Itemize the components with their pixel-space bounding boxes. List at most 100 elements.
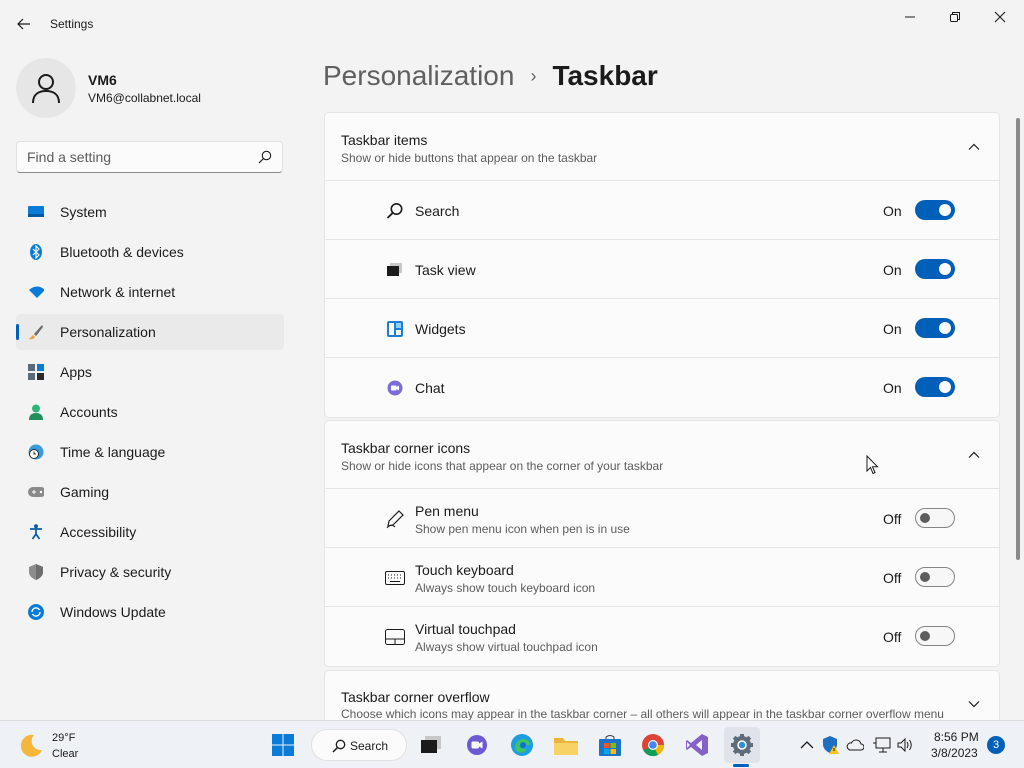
folder-icon (554, 738, 578, 755)
search-toggle[interactable] (915, 200, 955, 220)
setting-row-pen-menu: Pen menu Show pen menu icon when pen is … (325, 489, 999, 548)
sidebar-item-personalization[interactable]: Personalization (16, 314, 284, 350)
sidebar-item-label: Privacy & security (60, 564, 172, 580)
chat-toggle[interactable] (915, 377, 955, 397)
file-explorer-button[interactable] (550, 729, 582, 761)
scrollbar-thumb[interactable] (1016, 118, 1020, 560)
monitor-icon (28, 204, 44, 220)
settings-button[interactable] (726, 729, 758, 761)
bluetooth-icon (28, 244, 44, 260)
chevron-up-icon[interactable] (967, 140, 981, 154)
sidebar-item-accounts[interactable]: Accounts (16, 394, 284, 430)
volume-tray-button[interactable] (897, 736, 915, 754)
store-button[interactable] (594, 729, 626, 761)
show-hidden-icons-button[interactable] (798, 736, 816, 754)
onedrive-tray-button[interactable] (846, 736, 864, 754)
teams-chat-button[interactable] (461, 729, 493, 761)
section-title: Taskbar corner icons (341, 440, 471, 456)
close-button[interactable] (984, 6, 1016, 28)
chevron-down-icon[interactable] (967, 697, 981, 711)
clock-time[interactable]: 8:56 PM (934, 730, 979, 744)
sidebar-item-apps[interactable]: Apps (16, 354, 284, 390)
sidebar-item-label: Network & internet (60, 284, 176, 300)
user-profile[interactable]: VM6 VM6@collabnet.local (16, 56, 286, 120)
accessibility-icon (28, 524, 44, 540)
taskbar-search-button[interactable]: Search (311, 729, 407, 761)
search-icon (385, 201, 405, 221)
setting-description: Show pen menu icon when pen is in use (415, 522, 630, 536)
back-arrow-icon (17, 18, 30, 30)
edge-button[interactable] (506, 729, 538, 761)
network-tray-button[interactable] (873, 736, 891, 754)
corner-overflow-card[interactable]: Taskbar corner overflow Choose which ico… (324, 670, 1000, 722)
minimize-icon (905, 16, 915, 18)
restore-icon (950, 12, 960, 22)
breadcrumb-parent[interactable]: Personalization (323, 60, 514, 92)
touch-keyboard-toggle[interactable] (915, 567, 955, 587)
task-view-icon (421, 736, 441, 753)
security-tray-button[interactable] (822, 736, 840, 754)
virtual-touchpad-toggle[interactable] (915, 626, 955, 646)
close-icon (994, 11, 1006, 23)
store-icon (599, 735, 621, 756)
restore-button[interactable] (939, 6, 971, 28)
sidebar-item-label: Bluetooth & devices (60, 244, 184, 260)
sidebar-item-gaming[interactable]: Gaming (16, 474, 284, 510)
sidebar-nav: System Bluetooth & devices Network & int… (16, 194, 284, 634)
toggle-state: On (883, 203, 902, 219)
setting-row-virtual-touchpad: Virtual touchpad Always show virtual tou… (325, 607, 999, 666)
task-view-button[interactable] (415, 729, 447, 761)
setting-label: Chat (415, 380, 445, 396)
minimize-button[interactable] (894, 6, 926, 28)
sidebar-item-accessibility[interactable]: Accessibility (16, 514, 284, 550)
weather-widget[interactable]: 29°F Clear (18, 729, 138, 763)
sidebar-item-windows-update[interactable]: Windows Update (16, 594, 284, 630)
visual-studio-button[interactable] (681, 729, 713, 761)
taskbar-items-card: Taskbar items Show or hide buttons that … (324, 112, 1000, 418)
taskbar-items-header[interactable]: Taskbar items Show or hide buttons that … (325, 113, 999, 181)
gamepad-icon (28, 484, 44, 500)
sidebar-item-bluetooth[interactable]: Bluetooth & devices (16, 234, 284, 270)
sidebar-item-label: Windows Update (60, 604, 166, 620)
sidebar-item-privacy[interactable]: Privacy & security (16, 554, 284, 590)
avatar (16, 58, 76, 118)
chevron-up-icon (800, 741, 814, 749)
windows-logo-icon (272, 734, 294, 756)
section-subtitle: Show or hide icons that appear on the co… (341, 459, 664, 473)
sidebar-item-label: Time & language (60, 444, 166, 460)
toggle-state: Off (883, 570, 902, 586)
chrome-button[interactable] (637, 729, 669, 761)
profile-name: VM6 (88, 72, 117, 88)
pen-menu-toggle[interactable] (915, 508, 955, 528)
clock-date[interactable]: 3/8/2023 (931, 746, 978, 760)
weather-temperature: 29°F (52, 732, 76, 744)
setting-row-search: Search On (325, 181, 999, 240)
find-setting-box[interactable] (16, 141, 283, 173)
window-title: Settings (50, 17, 94, 31)
sidebar-item-time-language[interactable]: Time & language (16, 434, 284, 470)
apps-icon (28, 364, 44, 380)
chevron-up-icon[interactable] (967, 448, 981, 462)
pen-icon (385, 509, 405, 529)
setting-label: Widgets (415, 321, 466, 337)
sidebar-item-label: Accessibility (60, 524, 137, 540)
task-view-toggle[interactable] (915, 259, 955, 279)
corner-icons-header[interactable]: Taskbar corner icons Show or hide icons … (325, 421, 999, 489)
brush-icon (28, 324, 44, 340)
sidebar-item-label: Accounts (60, 404, 118, 420)
sidebar-item-network[interactable]: Network & internet (16, 274, 284, 310)
gear-icon (731, 734, 753, 756)
sidebar-item-system[interactable]: System (16, 194, 284, 230)
toggle-state: Off (883, 511, 902, 527)
cloud-icon (846, 739, 864, 751)
title-bar: Settings (0, 0, 1024, 48)
chat-icon (385, 378, 405, 398)
notification-badge[interactable]: 3 (987, 736, 1005, 754)
back-button[interactable] (10, 12, 38, 36)
taskbar-search-label: Search (350, 739, 389, 753)
find-setting-input[interactable] (27, 149, 247, 165)
start-button[interactable] (267, 729, 299, 761)
widgets-toggle[interactable] (915, 318, 955, 338)
page-title: Taskbar (552, 60, 658, 91)
setting-description: Always show touch keyboard icon (415, 581, 596, 595)
